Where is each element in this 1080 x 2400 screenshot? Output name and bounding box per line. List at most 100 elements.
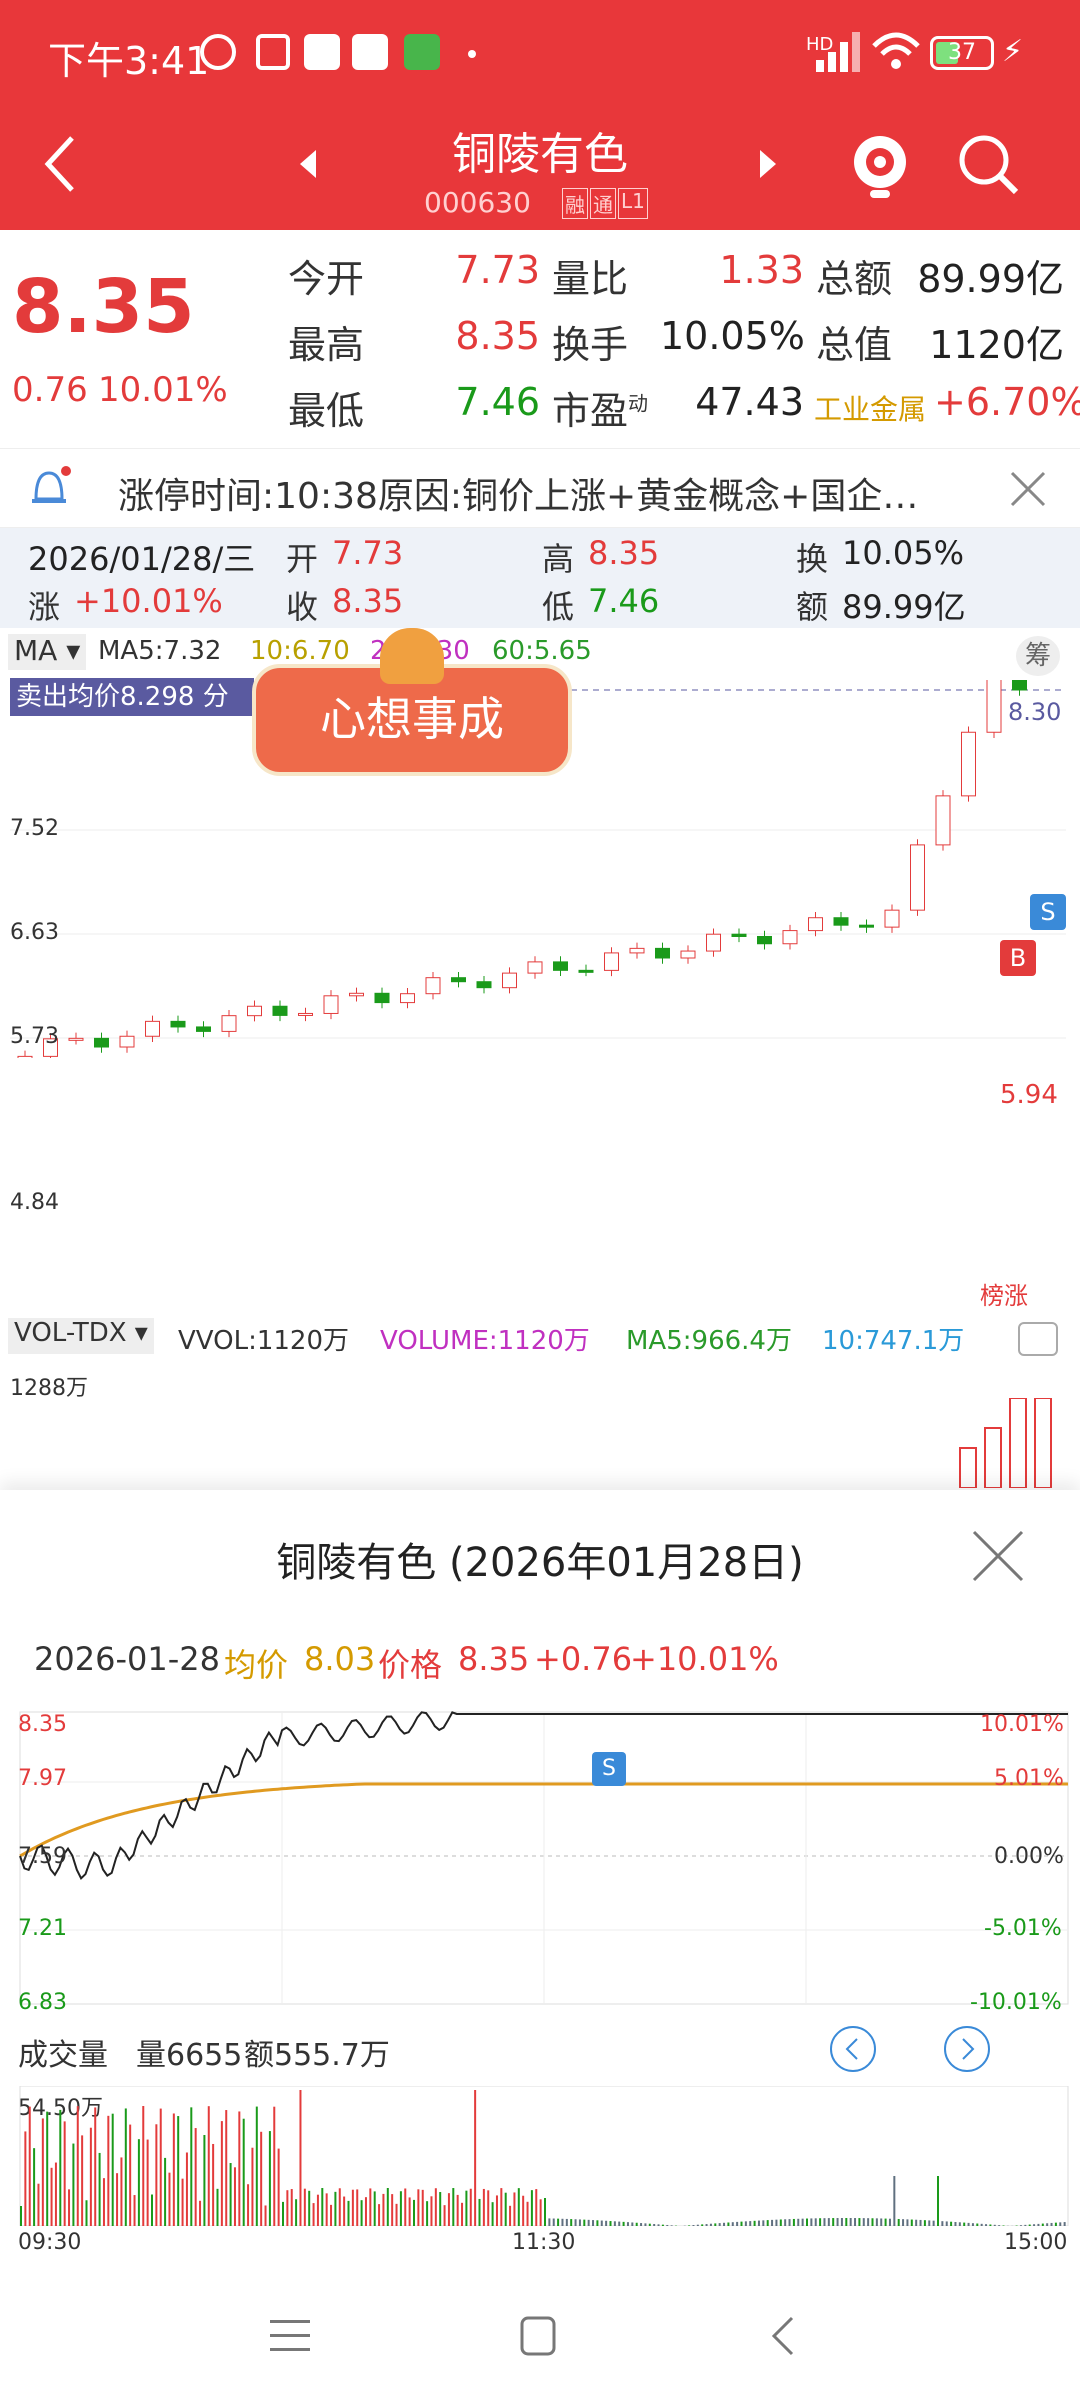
candle <box>884 909 900 928</box>
day-open-label: 开 <box>286 540 319 578</box>
sell-marker[interactable]: S <box>1030 894 1066 930</box>
rank-label[interactable]: 榜涨 <box>980 1276 1028 1311</box>
home-icon[interactable] <box>518 2314 558 2358</box>
volume-bar <box>482 2188 485 2226</box>
candle <box>910 844 925 911</box>
volume-bar <box>177 2116 180 2226</box>
system-nav-bar <box>0 2270 1080 2400</box>
volume-bar <box>199 2200 202 2226</box>
day-chg: +10.01% <box>74 582 223 620</box>
candle <box>349 992 364 997</box>
back-icon[interactable] <box>40 132 80 196</box>
volume-bar <box>557 2218 560 2226</box>
chips-button[interactable]: 筹 <box>1016 636 1060 676</box>
volume-bar <box>212 2143 215 2226</box>
volume-bar <box>207 2106 210 2226</box>
low-value: 7.46 <box>455 380 540 424</box>
intraday-sell-marker[interactable]: S <box>592 1752 626 1786</box>
volume-bar <box>976 2223 979 2226</box>
status-time: 下午3:41 <box>48 39 210 83</box>
volume-bar <box>282 2201 284 2226</box>
day-close-label: 收 <box>286 588 319 626</box>
search-icon[interactable] <box>956 130 1022 200</box>
volume-bar <box>413 2199 415 2226</box>
volume-bar <box>1037 2223 1040 2226</box>
axis-left-3: 7.59 <box>18 1844 67 1869</box>
volume-bar <box>998 2225 1001 2226</box>
volume-bar <box>539 2199 542 2226</box>
volume-bar <box>749 2221 752 2226</box>
candle <box>731 933 747 937</box>
prev-stock-icon[interactable] <box>296 148 320 180</box>
volume-bar <box>404 2188 407 2226</box>
buy-marker[interactable]: B <box>1000 940 1036 976</box>
candle <box>961 731 976 797</box>
volume-bar <box>85 2200 88 2226</box>
volume-bar <box>548 2218 551 2226</box>
sector-name[interactable]: 工业金属 <box>814 388 926 428</box>
volume-select[interactable]: VOL-TDX ▾ <box>8 1318 154 1354</box>
volume-bar <box>832 2218 835 2226</box>
menu-icon[interactable] <box>268 2316 312 2356</box>
volume-bar <box>268 2131 271 2226</box>
volume-bar <box>771 2219 774 2226</box>
volume-bar <box>849 2218 852 2226</box>
ma10-label: 10:6.70 <box>250 636 350 666</box>
assistant-robot-icon[interactable] <box>846 128 914 204</box>
volume-bar <box>168 2172 171 2226</box>
volume-bar <box>644 2223 647 2226</box>
prev-day-icon[interactable] <box>828 2024 878 2074</box>
limit-up-notice[interactable]: 涨停时间:10:38原因:铜价上涨+黄金概念+国企… <box>0 448 1080 528</box>
volume-bar <box>535 2189 538 2226</box>
expand-icon[interactable] <box>1018 1322 1058 1356</box>
volume-bar <box>526 2201 529 2226</box>
volume-bar <box>233 2167 236 2226</box>
volume-bar <box>609 2221 612 2226</box>
volume-bar <box>155 2124 158 2226</box>
day-info-bar: 2026/01/28/三 开 7.73 高 8.35 换 10.05% 涨 +1… <box>0 528 1080 628</box>
next-day-icon[interactable] <box>942 2024 992 2074</box>
candle <box>808 917 823 932</box>
volume-bar <box>185 2152 188 2226</box>
close-popup-icon[interactable] <box>970 1528 1026 1584</box>
volume-bar <box>513 2192 516 2226</box>
volume-bar <box>941 2221 944 2226</box>
intraday-chart[interactable] <box>0 1708 1080 2008</box>
volume-bar <box>491 2202 494 2226</box>
time-mid: 11:30 <box>512 2230 576 2255</box>
volume-bar <box>605 2220 608 2226</box>
volume-bar <box>880 2218 883 2226</box>
ma-select[interactable]: MA ▾ <box>8 634 87 670</box>
volume-bar <box>854 2218 857 2226</box>
volume-bar <box>963 2222 966 2226</box>
axis-left-2: 7.97 <box>18 1766 67 1791</box>
volume-bar <box>592 2220 595 2226</box>
battery-level: 37 <box>948 40 976 65</box>
volume-bar <box>426 2201 429 2226</box>
volume-bar <box>1041 2223 1044 2226</box>
volume-bar <box>273 2106 276 2226</box>
volume-bar <box>391 2194 394 2226</box>
volume-chart <box>959 1398 1052 1488</box>
volume-bar <box>915 2219 918 2226</box>
volume-bar <box>417 2189 420 2226</box>
volume-bar <box>434 2188 437 2226</box>
day-amount: 89.99亿 <box>842 588 966 626</box>
volume-bar <box>867 2218 870 2226</box>
notice-text: 涨停时间:10:38原因:铜价上涨+黄金概念+国企… <box>118 476 919 517</box>
back-nav-icon[interactable] <box>768 2314 798 2358</box>
next-stock-icon[interactable] <box>756 148 780 180</box>
volume-bar <box>980 2223 983 2226</box>
volume-bar <box>950 2221 953 2226</box>
candle <box>298 1012 313 1016</box>
volume-bar <box>303 2188 306 2226</box>
sector-change[interactable]: +6.70% <box>934 380 1080 424</box>
volume-bar <box>779 2219 782 2226</box>
close-notice-icon[interactable] <box>1008 469 1048 509</box>
alarm-icon <box>200 34 236 70</box>
volume-bar <box>570 2219 573 2226</box>
volume-bar <box>622 2221 625 2226</box>
charging-icon: ⚡ <box>1002 34 1024 69</box>
price-pct: +10.01% <box>630 1640 779 1678</box>
wifi-icon <box>872 32 920 69</box>
